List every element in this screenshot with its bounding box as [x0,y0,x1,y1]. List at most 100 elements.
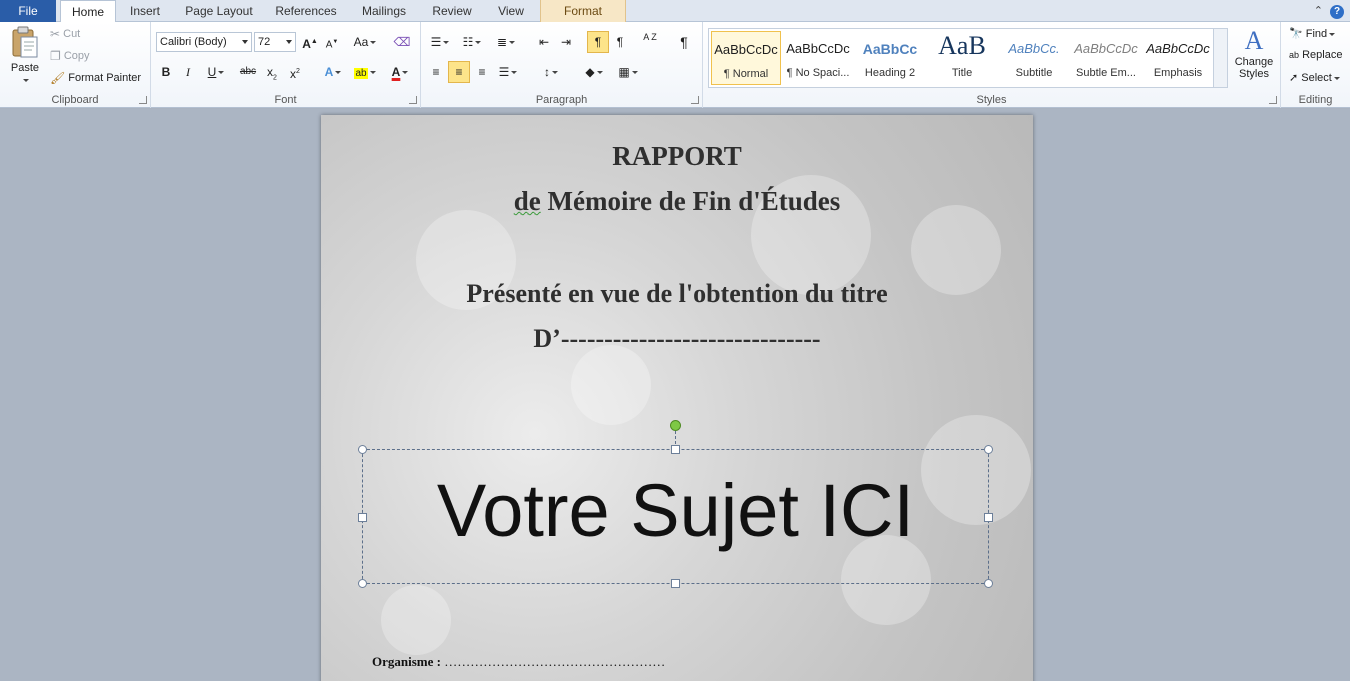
format-painter-button[interactable]: 🖌 Format Painter [50,71,141,85]
subject-text-box[interactable]: Votre Sujet ICI [358,445,993,588]
tab-references[interactable]: References [268,0,344,22]
style-no-spacing-sample: AaBbCcDc [786,41,850,56]
tab-mailings[interactable]: Mailings [352,0,416,22]
resize-handle-n[interactable] [671,445,680,454]
underline-button[interactable]: U [201,61,231,83]
spelling-flag-word[interactable]: de [514,186,541,216]
italic-button[interactable]: I [177,61,199,83]
tab-view[interactable]: View [488,0,534,22]
resize-handle-ne[interactable] [984,445,993,454]
tab-insert[interactable]: Insert [120,0,170,22]
style-subtle-emphasis[interactable]: AaBbCcDc Subtle Em... [1071,31,1141,85]
doc-degree-line[interactable]: D’------------------------------ [321,324,1033,354]
font-launcher-icon[interactable] [409,96,417,104]
replace-button[interactable]: ab Replace [1289,49,1342,61]
doc-presented-line[interactable]: Présenté en vue de l'obtention du titre [321,279,1033,309]
paragraph-launcher-icon[interactable] [691,96,699,104]
change-styles-label: Change Styles [1234,56,1274,80]
numbering-button[interactable]: ☷ [457,31,487,53]
style-subtitle-sample: AaBbCc. [1008,41,1060,56]
highlight-color-button[interactable]: ab [349,61,381,83]
style-normal[interactable]: AaBbCcDc ¶ Normal [711,31,781,85]
organisme-line[interactable]: Organisme : …………………………………………… [372,654,665,670]
borders-button[interactable]: ▦ [613,61,643,83]
highlighter-icon: ab [354,68,368,79]
tab-page-layout[interactable]: Page Layout [178,0,260,22]
gallery-scroll-up-icon[interactable] [1213,29,1227,49]
find-button[interactable]: 🔭 Find [1289,27,1336,40]
document-page[interactable]: RAPPORT de Mémoire de Fin d'Études Prése… [321,115,1033,681]
cut-button[interactable]: ✂ Cut [50,27,80,41]
tab-file[interactable]: File [0,0,56,22]
help-icon[interactable]: ? [1330,5,1344,19]
resize-handle-sw[interactable] [358,579,367,588]
shading-button[interactable]: ◆ [579,61,609,83]
align-right-button[interactable]: ≡ [471,61,493,83]
clear-formatting-button[interactable]: ⌫ [391,31,413,53]
paste-dropdown-icon[interactable] [23,78,29,82]
minimize-ribbon-icon[interactable]: ⌃ [1314,5,1323,17]
rtl-direction-button[interactable]: ¶ [609,31,631,53]
resize-handle-s[interactable] [671,579,680,588]
style-subtle-emphasis-sample: AaBbCcDc [1074,41,1138,56]
tab-format[interactable]: Format [540,0,626,22]
select-button[interactable]: ➚ Select [1289,71,1340,84]
superscript-button[interactable]: x2 [284,61,306,83]
font-size-select[interactable]: 72 [254,32,296,52]
line-spacing-button[interactable]: ↕ [537,61,565,83]
bold-button[interactable]: B [155,61,177,83]
style-emphasis-label: Emphasis [1153,67,1203,79]
document-area[interactable]: RAPPORT de Mémoire de Fin d'Études Prése… [0,109,1350,681]
show-marks-button[interactable]: ¶ [673,31,695,53]
styles-launcher-icon[interactable] [1269,96,1277,104]
style-no-spacing[interactable]: AaBbCcDc ¶ No Spaci... [783,31,853,85]
text-effects-button[interactable]: A [319,61,347,83]
resize-handle-se[interactable] [984,579,993,588]
style-heading-2-label: Heading 2 [864,67,916,79]
gallery-scroll-down-icon[interactable] [1213,49,1227,69]
italic-icon: I [186,65,190,79]
tab-home[interactable]: Home [60,0,116,23]
style-subtitle[interactable]: AaBbCc. Subtitle [999,31,1069,85]
tab-review[interactable]: Review [424,0,480,22]
style-emphasis[interactable]: AaBbCcDc Emphasis [1143,31,1213,85]
underline-icon: U [207,65,217,79]
organisme-placeholder[interactable]: …………………………………………… [444,654,665,669]
align-center-button[interactable]: ≡ [448,61,470,83]
style-heading-2[interactable]: AaBbCc Heading 2 [855,31,925,85]
borders-icon: ▦ [618,65,630,79]
style-normal-label: ¶ Normal [723,68,769,80]
doc-title-rapport[interactable]: RAPPORT [321,141,1033,172]
bullets-button[interactable]: ☰ [425,31,455,53]
subject-text[interactable]: Votre Sujet ICI [363,468,988,553]
decrease-indent-button[interactable]: ⇤ [533,31,555,53]
paintbrush-icon: 🖌 [50,71,66,85]
copy-button[interactable]: ❐ Copy [50,49,90,63]
gallery-more-icon[interactable] [1213,69,1227,87]
multilevel-list-button[interactable]: ≣ [491,31,521,53]
clipboard-launcher-icon[interactable] [139,96,147,104]
increase-indent-button[interactable]: ⇥ [555,31,577,53]
sort-button[interactable]: A Z [639,31,661,53]
paste-button[interactable]: Paste [8,26,42,86]
grow-font-button[interactable]: A▲ [299,31,321,53]
strikethrough-button[interactable]: abc [237,61,259,83]
font-color-button[interactable]: A [385,61,415,83]
justify-button[interactable]: ☰ [494,61,522,83]
doc-subtitle[interactable]: de Mémoire de Fin d'Études [321,186,1033,217]
font-group-label: Font [274,94,297,106]
shrink-font-button[interactable]: A▼ [321,31,343,53]
change-case-button[interactable]: Aa [351,31,379,53]
font-family-select[interactable]: Calibri (Body) [156,32,252,52]
style-title[interactable]: AaB Title [927,31,997,85]
resize-handle-e[interactable] [984,513,993,522]
cursor-arrow-icon: ➚ [1289,72,1299,84]
ltr-direction-button[interactable]: ¶ [587,31,609,53]
align-left-button[interactable]: ≡ [425,61,447,83]
resize-handle-nw[interactable] [358,445,367,454]
resize-handle-w[interactable] [358,513,367,522]
rotation-handle[interactable] [670,420,681,431]
subscript-button[interactable]: x2 [261,61,283,83]
change-styles-button[interactable]: A Change Styles [1232,26,1276,80]
font-color-icon: A [391,65,401,79]
